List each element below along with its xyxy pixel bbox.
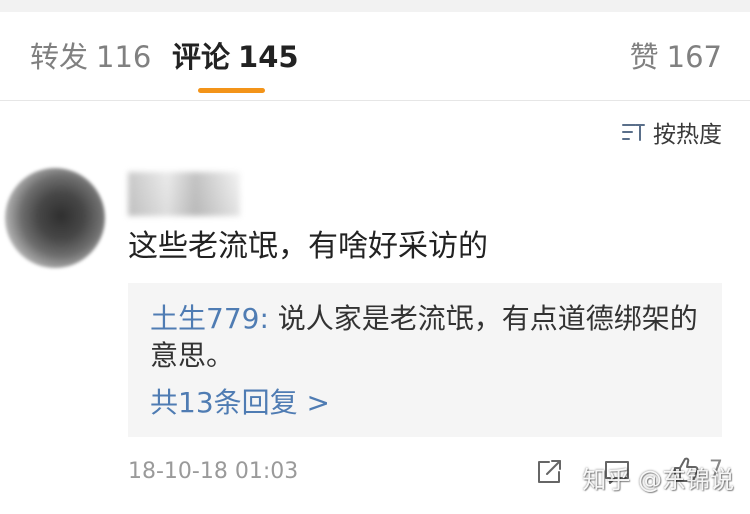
reply-preview[interactable]: 土生779: 说人家是老流氓，有点道德绑架的意思。 共13条回复 > bbox=[128, 283, 722, 437]
top-strip bbox=[0, 0, 750, 12]
sort-label: 按热度 bbox=[653, 122, 722, 148]
reply-line: 土生779: 说人家是老流氓，有点道德绑架的意思。 bbox=[150, 300, 708, 374]
tab-comments-count: 145 bbox=[238, 40, 299, 74]
zhihu-watermark: 知乎 @东锦说 bbox=[582, 466, 734, 494]
tab-likes-count: 167 bbox=[666, 40, 722, 74]
tab-repost[interactable]: 转发 116 bbox=[30, 36, 151, 78]
username-redacted[interactable] bbox=[128, 172, 240, 216]
tab-likes-label: 赞 bbox=[629, 40, 659, 74]
tab-divider bbox=[0, 100, 750, 101]
comment-timestamp: 18-10-18 01:03 bbox=[128, 459, 299, 484]
tab-comments[interactable]: 评论 145 bbox=[172, 36, 299, 78]
sort-icon bbox=[621, 122, 645, 142]
tab-repost-count: 116 bbox=[96, 40, 152, 74]
avatar[interactable] bbox=[5, 168, 105, 268]
share-button[interactable] bbox=[535, 458, 563, 486]
reply-author-link[interactable]: 土生779: bbox=[150, 302, 269, 335]
active-tab-indicator bbox=[198, 88, 265, 93]
tab-likes[interactable]: 赞 167 bbox=[630, 36, 722, 78]
sort-by-hot-button[interactable]: 按热度 bbox=[621, 116, 722, 148]
view-all-replies-link[interactable]: 共13条回复 > bbox=[150, 384, 708, 421]
tab-comments-label: 评论 bbox=[172, 40, 231, 74]
comment-text: 这些老流氓，有啥好采访的 bbox=[128, 229, 488, 264]
share-icon bbox=[535, 458, 563, 486]
tab-repost-label: 转发 bbox=[30, 40, 89, 74]
